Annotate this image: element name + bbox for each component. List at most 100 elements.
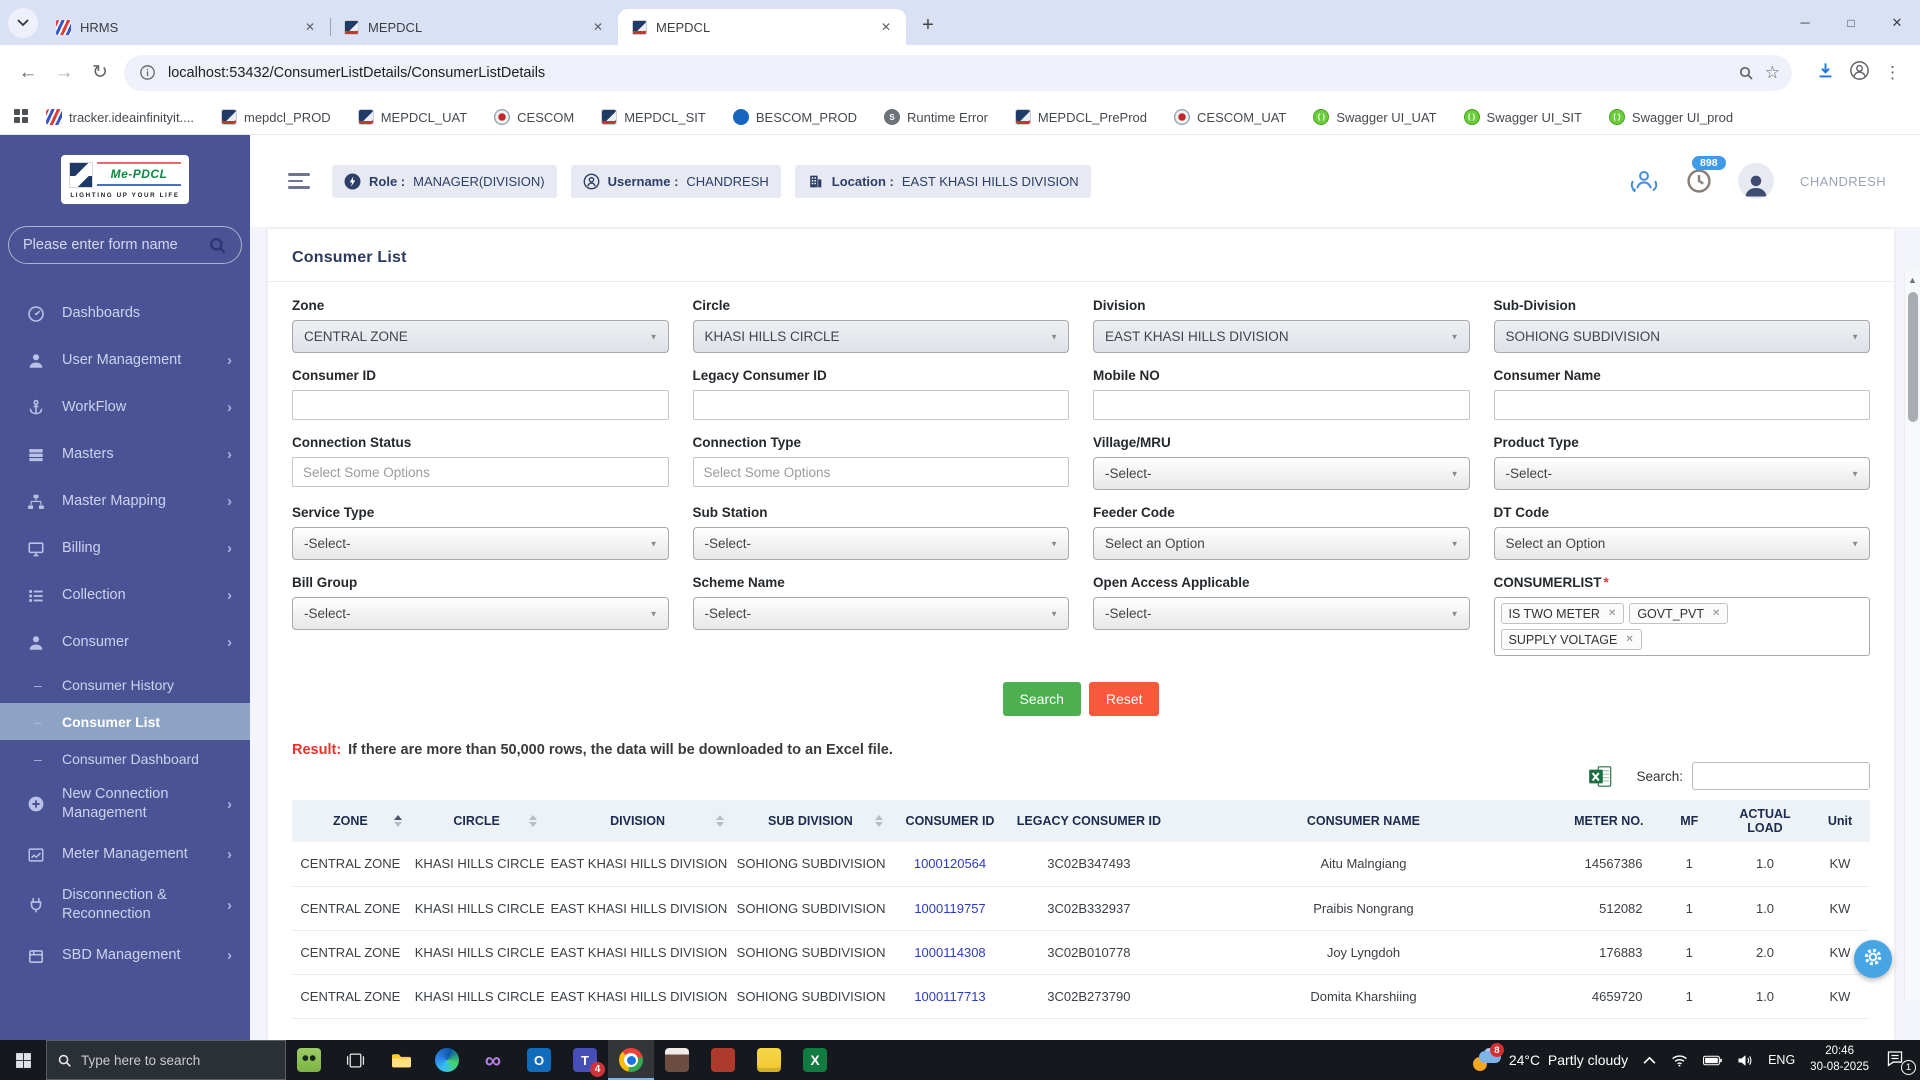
apps-grid-icon[interactable] (14, 109, 30, 125)
notes-icon[interactable] (746, 1040, 792, 1080)
tab-mepdcl-1[interactable]: MEPDCL✕ (330, 9, 618, 45)
sidebar-item-consumer-list[interactable]: –Consumer List (0, 703, 250, 740)
start-button[interactable] (0, 1040, 46, 1080)
sidebar-item-disconnection-reconnection[interactable]: Disconnection & Reconnection› (0, 878, 250, 932)
sidebar-item-consumer[interactable]: Consumer› (0, 619, 250, 666)
connection-type-input[interactable]: Select Some Options (693, 457, 1070, 487)
url-text[interactable]: localhost:53432/ConsumerListDetails/Cons… (168, 65, 1735, 81)
feeder-code-select[interactable]: Select an Option▼ (1093, 527, 1470, 560)
bookmark-bescom-prod[interactable]: BESCOM_PROD (733, 109, 857, 125)
consumer-id-link[interactable]: 1000120564 (914, 856, 986, 871)
outlook-icon[interactable]: O (516, 1040, 562, 1080)
sidebar-item-user-management[interactable]: User Management› (0, 337, 250, 384)
page-scrollbar[interactable]: ▲ (1904, 270, 1920, 1000)
sort-icon[interactable] (529, 815, 537, 827)
sidebar-item-new-connection-management[interactable]: New Connection Management› (0, 777, 250, 831)
reset-button[interactable]: Reset (1089, 682, 1160, 716)
zone-select[interactable]: CENTRAL ZONE▼ (292, 320, 669, 353)
taskbar-clock[interactable]: 20:46 30-08-2025 (1810, 1044, 1869, 1075)
sidebar-item-master-mapping[interactable]: Master Mapping› (0, 478, 250, 525)
sidebar-item-masters[interactable]: Masters› (0, 431, 250, 478)
scrollbar-thumb[interactable] (1908, 292, 1918, 422)
bookmark-mepdcl-sit[interactable]: MEPDCL_SIT (601, 109, 706, 125)
battery-icon[interactable] (1703, 1055, 1722, 1066)
settings-fab-button[interactable] (1854, 940, 1892, 978)
sort-icon[interactable] (716, 815, 724, 827)
menu-dots-icon[interactable]: ⋮ (1884, 63, 1902, 83)
tab-search-button[interactable] (8, 8, 38, 38)
taskbar-search-input[interactable]: Type here to search (46, 1040, 286, 1080)
tab-close-icon[interactable]: ✕ (588, 17, 608, 37)
division-select[interactable]: EAST KHASI HILLS DIVISION▼ (1093, 320, 1470, 353)
close-button[interactable]: ✕ (1874, 0, 1920, 45)
sub-division-select[interactable]: SOHIONG SUBDIVISION▼ (1494, 320, 1871, 353)
maximize-button[interactable]: □ (1828, 0, 1874, 45)
sidebar-item-workflow[interactable]: WorkFlow› (0, 384, 250, 431)
download-icon[interactable] (1816, 61, 1835, 85)
close-icon[interactable]: ✕ (1625, 634, 1633, 645)
site-info-icon[interactable] (136, 62, 158, 84)
consumer-id-link[interactable]: 1000114308 (914, 945, 985, 960)
bookmark-cescom-uat[interactable]: CESCOM_UAT (1174, 109, 1286, 125)
reload-button[interactable]: ↻ (82, 55, 118, 91)
file-explorer-icon[interactable] (378, 1040, 424, 1080)
village-mru-select[interactable]: -Select-▼ (1093, 457, 1470, 490)
bookmark-swagger-ui-uat[interactable]: { }Swagger UI_UAT (1313, 109, 1436, 125)
sort-icon[interactable] (875, 815, 883, 827)
consumer-name-input[interactable] (1494, 390, 1871, 420)
product-type-select[interactable]: -Select-▼ (1494, 457, 1871, 490)
connection-status-input[interactable]: Select Some Options (292, 457, 669, 487)
forward-button[interactable]: → (46, 55, 82, 91)
hidden-icons-chevron[interactable] (1643, 1056, 1656, 1065)
bookmark-runtime-error[interactable]: SRuntime Error (884, 109, 988, 125)
sidebar-item-consumer-history[interactable]: –Consumer History (0, 666, 250, 703)
selected-tag[interactable]: SUPPLY VOLTAGE✕ (1501, 629, 1642, 650)
chrome-icon[interactable] (608, 1040, 654, 1080)
scheme-name-select[interactable]: -Select-▼ (693, 597, 1070, 630)
sort-icon[interactable] (394, 815, 402, 827)
speaker-icon[interactable] (1737, 1054, 1753, 1067)
search-icon[interactable] (208, 236, 227, 255)
open-access-applicable-select[interactable]: -Select-▼ (1093, 597, 1470, 630)
legacy-consumer-id-input[interactable] (693, 390, 1070, 420)
bookmark-cescom[interactable]: CESCOM (494, 109, 574, 125)
bookmark-swagger-ui-prod[interactable]: { }Swagger UI_prod (1609, 109, 1733, 125)
zoom-icon[interactable] (1735, 62, 1757, 84)
bookmark-swagger-ui-sit[interactable]: { }Swagger UI_SIT (1464, 109, 1582, 125)
tab-hrms-0[interactable]: HRMS✕ (42, 9, 330, 45)
column-header-circle[interactable]: CIRCLE (409, 800, 545, 842)
pending-clock-icon[interactable]: 898 (1686, 168, 1712, 194)
consumer-id-input[interactable] (292, 390, 669, 420)
back-button[interactable]: ← (10, 55, 46, 91)
avatar[interactable] (1738, 163, 1774, 199)
search-button[interactable]: Search (1003, 682, 1081, 716)
column-header-division[interactable]: DIVISION (544, 800, 730, 842)
dbeaver-icon[interactable] (654, 1040, 700, 1080)
close-icon[interactable]: ✕ (1712, 608, 1720, 619)
app-icon-red[interactable] (700, 1040, 746, 1080)
profile-name[interactable]: CHANDRESH (1800, 174, 1886, 189)
greenshot-icon[interactable] (286, 1040, 332, 1080)
consumer-id-link[interactable]: 1000119757 (914, 901, 985, 916)
table-search-input[interactable] (1692, 762, 1870, 790)
consumer-id-link[interactable]: 1000117713 (914, 989, 985, 1004)
excel-icon[interactable]: X (792, 1040, 838, 1080)
bookmark-mepdcl-preprod[interactable]: MEPDCL_PreProd (1015, 109, 1147, 125)
sidebar-item-meter-management[interactable]: Meter Management› (0, 831, 250, 878)
sidebar-search-input[interactable]: Please enter form name (8, 226, 242, 264)
hamburger-menu-icon[interactable] (288, 169, 310, 193)
visual-studio-icon[interactable]: ∞ (470, 1040, 516, 1080)
bookmark-tracker-ideainfinityit-[interactable]: tracker.ideainfinityit.... (46, 109, 194, 125)
circle-select[interactable]: KHASI HILLS CIRCLE▼ (693, 320, 1070, 353)
selected-tag[interactable]: GOVT_PVT✕ (1629, 603, 1728, 624)
tab-mepdcl-2[interactable]: MEPDCL✕ (618, 9, 906, 45)
bookmark-star-icon[interactable]: ☆ (1765, 63, 1780, 83)
sidebar-item-sbd-management[interactable]: SBD Management› (0, 932, 250, 979)
teams-icon[interactable]: T4 (562, 1040, 608, 1080)
tab-close-icon[interactable]: ✕ (300, 17, 320, 37)
address-bar[interactable]: localhost:53432/ConsumerListDetails/Cons… (124, 55, 1792, 91)
action-center-icon[interactable]: 1 (1884, 1049, 1910, 1071)
bookmark-mepdcl-uat[interactable]: MEPDCL_UAT (358, 109, 467, 125)
tab-close-icon[interactable]: ✕ (876, 17, 896, 37)
mobile-no-input[interactable] (1093, 390, 1470, 420)
